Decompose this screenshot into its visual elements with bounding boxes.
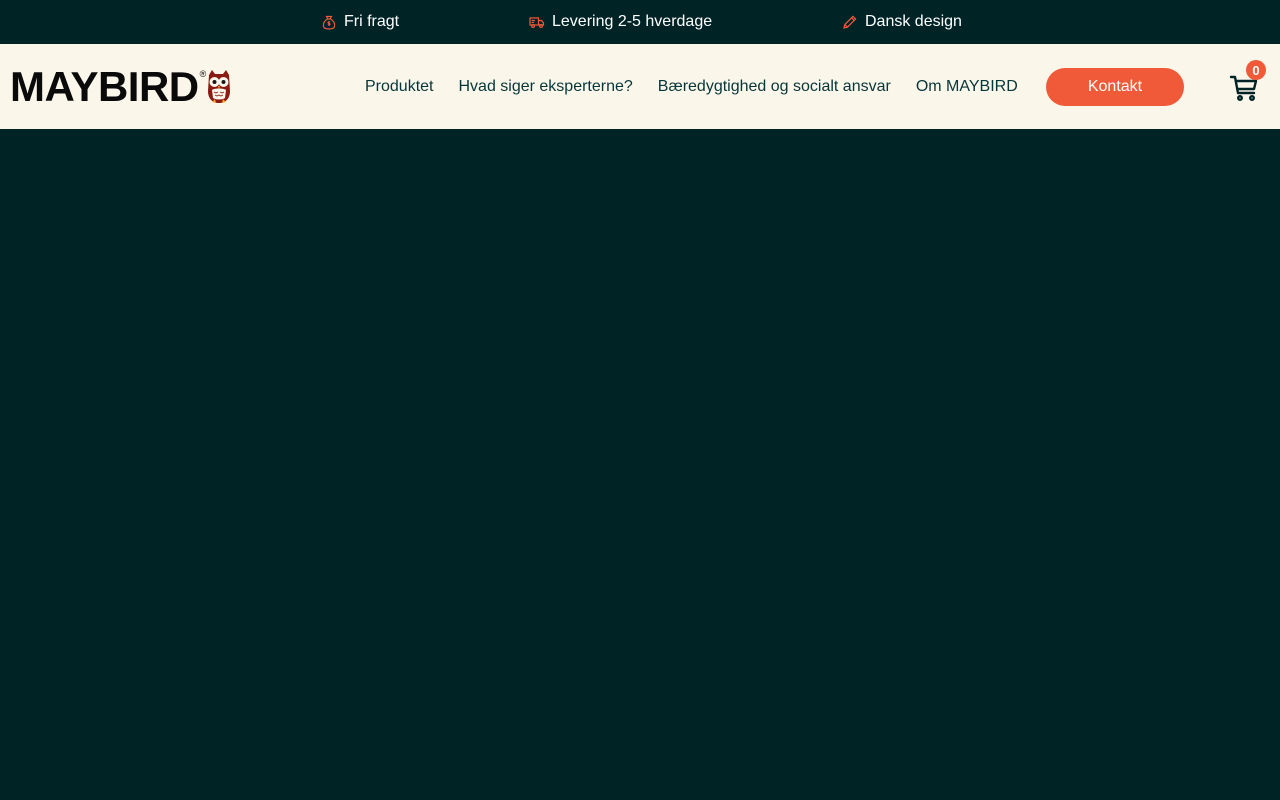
money-bag-icon bbox=[321, 14, 337, 30]
usp-label: Fri fragt bbox=[344, 13, 400, 30]
site-header: MAYBIRD ® Produktet Hvad siger eksperter… bbox=[0, 44, 1280, 129]
truck-icon bbox=[529, 14, 545, 30]
main-nav: Produktet Hvad siger eksperterne? Bæredy… bbox=[365, 44, 1018, 129]
site-logo[interactable]: MAYBIRD ® bbox=[10, 63, 232, 110]
usp-danish-design: Dansk design bbox=[842, 0, 962, 44]
logo-registered-mark: ® bbox=[199, 69, 207, 79]
nav-item-eksperterne[interactable]: Hvad siger eksperterne? bbox=[458, 78, 632, 96]
nav-item-om-maybird[interactable]: Om MAYBIRD bbox=[916, 78, 1018, 96]
usp-label: Dansk design bbox=[865, 13, 962, 30]
usp-bar: Fri fragt Levering 2-5 hverdage Dansk de… bbox=[0, 0, 1280, 44]
logo-text: MAYBIRD bbox=[10, 63, 199, 110]
nav-item-baeredygtighed[interactable]: Bæredygtighed og socialt ansvar bbox=[658, 78, 891, 96]
contact-button[interactable]: Kontakt bbox=[1046, 68, 1184, 106]
usp-delivery: Levering 2-5 hverdage bbox=[529, 0, 712, 44]
owl-logo-icon bbox=[208, 70, 231, 103]
usp-label: Levering 2-5 hverdage bbox=[552, 13, 713, 30]
usp-free-shipping: Fri fragt bbox=[321, 0, 399, 44]
cart-count-badge: 0 bbox=[1246, 60, 1266, 80]
pencil-icon bbox=[842, 14, 858, 30]
nav-item-produktet[interactable]: Produktet bbox=[365, 78, 433, 96]
hero-section bbox=[0, 129, 1280, 800]
